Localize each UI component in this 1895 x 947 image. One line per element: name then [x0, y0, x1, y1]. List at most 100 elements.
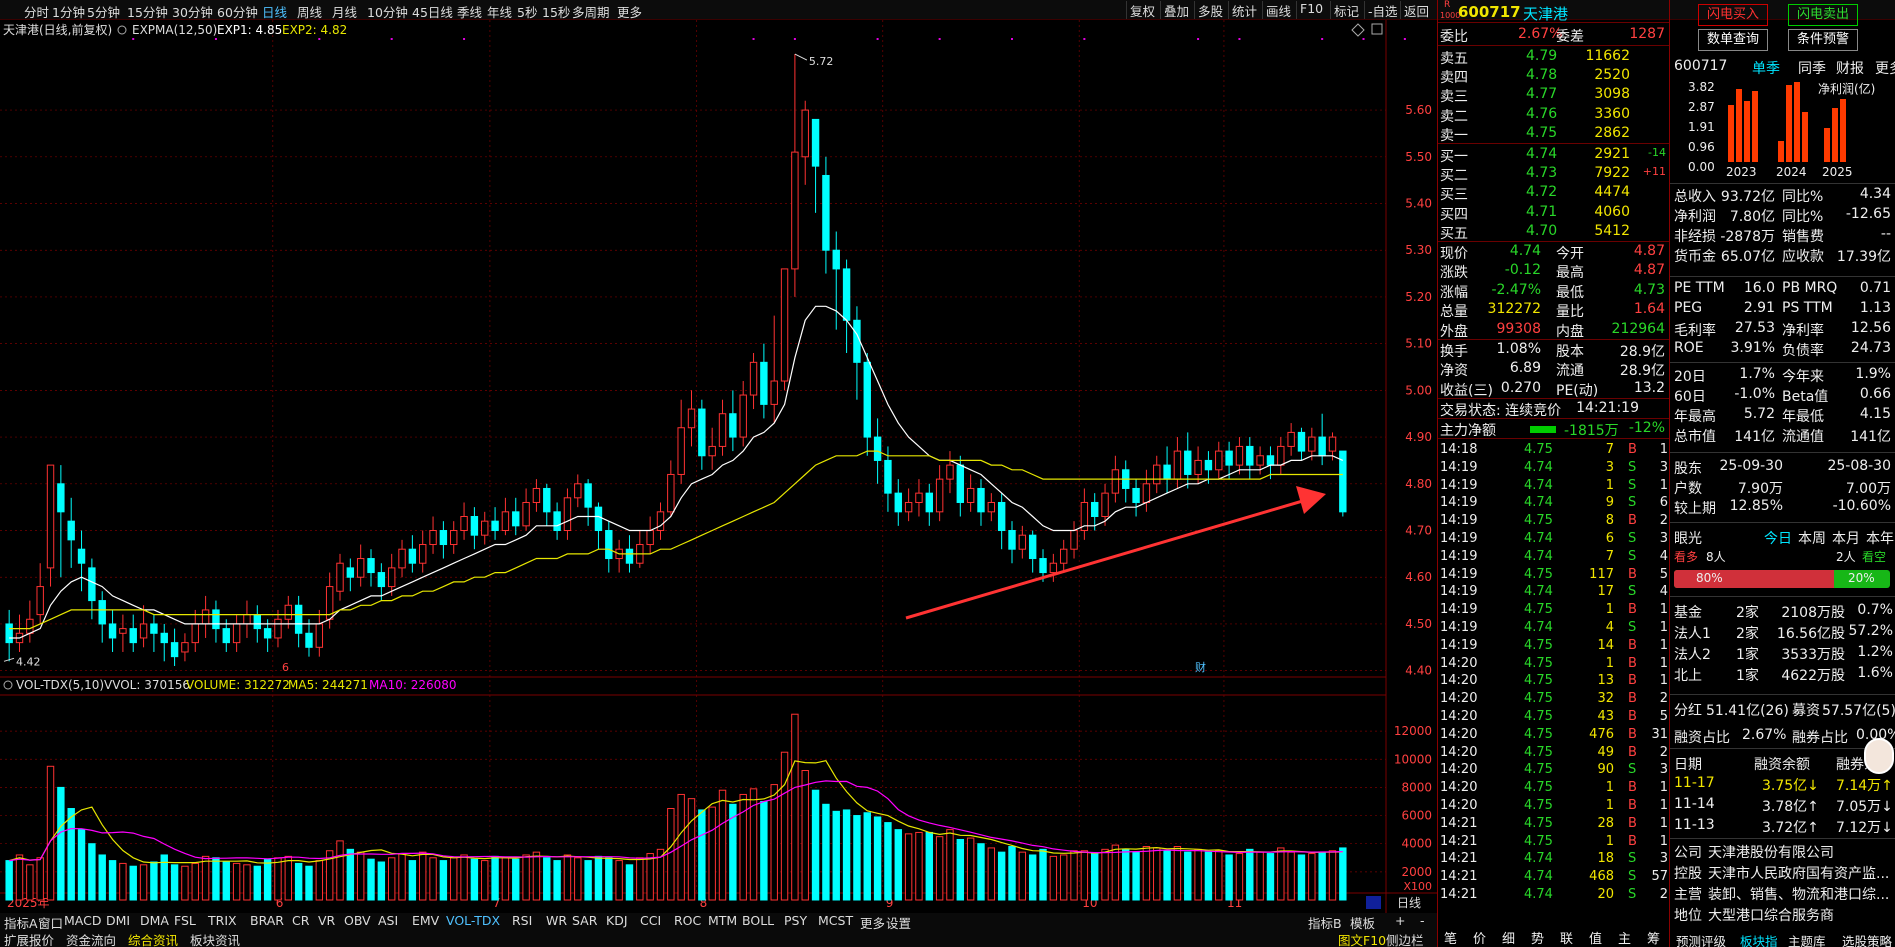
raise-value: 57.57亿(5)	[1822, 703, 1895, 719]
period-tab[interactable]: 1分钟	[52, 2, 85, 19]
period-tab[interactable]: 多周期	[572, 2, 610, 19]
signal-dot	[214, 38, 217, 40]
toolbar-button[interactable]: 标记	[1330, 1, 1362, 19]
period-tab[interactable]: 更多	[617, 2, 642, 19]
indicator-tab[interactable]: VOL-TDX	[446, 913, 500, 928]
bid-row[interactable]: 买四 4.71 4060	[1438, 203, 1669, 223]
toolbar-button[interactable]: 画线	[1262, 1, 1294, 19]
template-button[interactable]: +	[1395, 913, 1405, 928]
period-tab[interactable]: 月线	[332, 2, 357, 19]
ask-row[interactable]: 卖二 4.76 3360	[1438, 105, 1669, 125]
bottom-link[interactable]: 板块指	[1740, 931, 1778, 947]
indicator-tab[interactable]: RSI	[512, 913, 532, 928]
ask-row[interactable]: 卖三 4.77 3098	[1438, 85, 1669, 105]
toolbar-button[interactable]: 复权	[1126, 1, 1158, 19]
toolbar-button[interactable]: 多股	[1194, 1, 1226, 19]
indicator-tab[interactable]: ASI	[378, 913, 398, 928]
quote-tab[interactable]: 筹	[1647, 928, 1660, 947]
template-button[interactable]: -	[1420, 913, 1425, 928]
indicator-tab[interactable]: DMA	[140, 913, 169, 928]
indicator-tab[interactable]: ROC	[674, 913, 701, 928]
period-tag[interactable]: 日线	[1397, 896, 1421, 910]
sidebar-link[interactable]: 侧边栏	[1386, 930, 1424, 947]
bid-row[interactable]: 买一 4.74 2921 -14	[1438, 145, 1669, 165]
period-tab[interactable]: 15分钟	[127, 2, 168, 19]
period-tab[interactable]: 季线	[457, 2, 482, 19]
period-tab[interactable]: 45日线	[412, 2, 453, 19]
indicator-tab[interactable]: MTM	[708, 913, 737, 928]
query-button[interactable]: 数单查询	[1698, 29, 1768, 51]
indicator-tab[interactable]: BRAR	[250, 913, 284, 928]
indicator-tab[interactable]: VR	[318, 913, 335, 928]
info-tab[interactable]: 扩展报价	[4, 930, 54, 947]
bottom-link[interactable]: 预测评级	[1676, 931, 1726, 947]
indicator-tab[interactable]: WR	[546, 913, 567, 928]
flash-sell-button[interactable]: 闪电卖出	[1788, 4, 1858, 26]
period-tab[interactable]: 5秒	[517, 2, 537, 19]
indicator-tab[interactable]: 设置	[886, 913, 911, 932]
bid-row[interactable]: 买三 4.72 4474	[1438, 183, 1669, 203]
period-tab[interactable]: 分时	[24, 2, 49, 19]
quote-tab[interactable]: 主	[1618, 928, 1631, 947]
indicator-tab[interactable]: CR	[292, 913, 309, 928]
eye-tab[interactable]: 今日	[1764, 528, 1792, 548]
finance-tab[interactable]: 单季	[1752, 58, 1780, 78]
indicator-tab[interactable]: FSL	[174, 913, 196, 928]
template-button[interactable]: 指标B	[1308, 913, 1342, 932]
info-tab[interactable]: 综合资讯	[128, 930, 178, 947]
finance-tab[interactable]: 同季	[1798, 58, 1826, 78]
indicator-tab[interactable]: MCST	[818, 913, 853, 928]
toolbar-button[interactable]: 叠加	[1160, 1, 1192, 19]
period-tab[interactable]: 5分钟	[87, 2, 120, 19]
finance-tab[interactable]: 财报	[1836, 58, 1864, 78]
indicator-tab[interactable]: EMV	[412, 913, 439, 928]
ask-row[interactable]: 卖一 4.75 2862	[1438, 124, 1669, 144]
toolbar-button[interactable]: 统计	[1228, 1, 1260, 19]
kline-svg[interactable]: 5.60 5.50 5.40 5.30 5.20 5.10 5.00 4.90 4.80 4.70…	[0, 20, 1437, 913]
assistant-avatar[interactable]	[1864, 738, 1894, 774]
quote-tab[interactable]: 值	[1589, 928, 1602, 947]
period-tab[interactable]: 周线	[297, 2, 322, 19]
quote-tab[interactable]: 联	[1560, 928, 1573, 947]
ask-row[interactable]: 卖五 4.79 11662	[1438, 47, 1669, 67]
kline-chart[interactable]: 5.60 5.50 5.40 5.30 5.20 5.10 5.00 4.90 4.80 4.70…	[0, 20, 1437, 932]
bottom-link[interactable]: 主题库	[1788, 931, 1826, 947]
ask-row[interactable]: 卖四 4.78 2520	[1438, 66, 1669, 86]
eye-tab[interactable]: 本月	[1832, 528, 1860, 548]
period-tab[interactable]: 30分钟	[172, 2, 213, 19]
info-tab[interactable]: 板块资讯	[190, 930, 240, 947]
eye-tab[interactable]: 本周	[1798, 528, 1826, 548]
indicator-tab[interactable]: DMI	[106, 913, 130, 928]
bottom-link[interactable]: 选股策略	[1842, 931, 1892, 947]
indicator-tab[interactable]: PSY	[784, 913, 807, 928]
toolbar-button[interactable]: 返回	[1400, 1, 1432, 19]
indicator-tab[interactable]: OBV	[344, 913, 371, 928]
indicator-tab[interactable]: 更多	[860, 913, 885, 932]
quote-tab[interactable]: 价	[1473, 928, 1486, 947]
period-tab[interactable]: 10分钟	[367, 2, 408, 19]
quote-tab[interactable]: 细	[1502, 928, 1515, 947]
f10-link[interactable]: 图文F10	[1338, 930, 1386, 947]
bid-row[interactable]: 买二 4.73 7922 +11	[1438, 164, 1669, 184]
indicator-tab[interactable]: CCI	[640, 913, 661, 928]
period-tab[interactable]: 日线	[262, 2, 287, 19]
toolbar-button[interactable]: -自选	[1364, 1, 1401, 19]
quote-tab[interactable]: 笔	[1444, 928, 1457, 947]
alert-button[interactable]: 条件预警	[1788, 29, 1858, 51]
period-tab[interactable]: 60分钟	[217, 2, 258, 19]
bid-row[interactable]: 买五 4.70 5412	[1438, 222, 1669, 242]
candle-body	[687, 408, 696, 429]
toolbar-button[interactable]: F10	[1296, 1, 1326, 19]
period-tab[interactable]: 15秒	[542, 2, 570, 19]
indicator-tab[interactable]: KDJ	[606, 913, 628, 928]
info-tab[interactable]: 资金流向	[66, 930, 116, 947]
flash-buy-button[interactable]: 闪电买入	[1698, 4, 1768, 26]
finance-tab[interactable]: 更多	[1875, 58, 1895, 78]
indicator-tab[interactable]: BOLL	[742, 913, 774, 928]
indicator-tab[interactable]: MACD	[64, 913, 101, 928]
quote-tab[interactable]: 势	[1531, 928, 1544, 947]
indicator-tab[interactable]: SAR	[572, 913, 597, 928]
period-tab[interactable]: 年线	[487, 2, 512, 19]
eye-tab[interactable]: 本年	[1866, 528, 1894, 548]
indicator-tab[interactable]: TRIX	[208, 913, 237, 928]
